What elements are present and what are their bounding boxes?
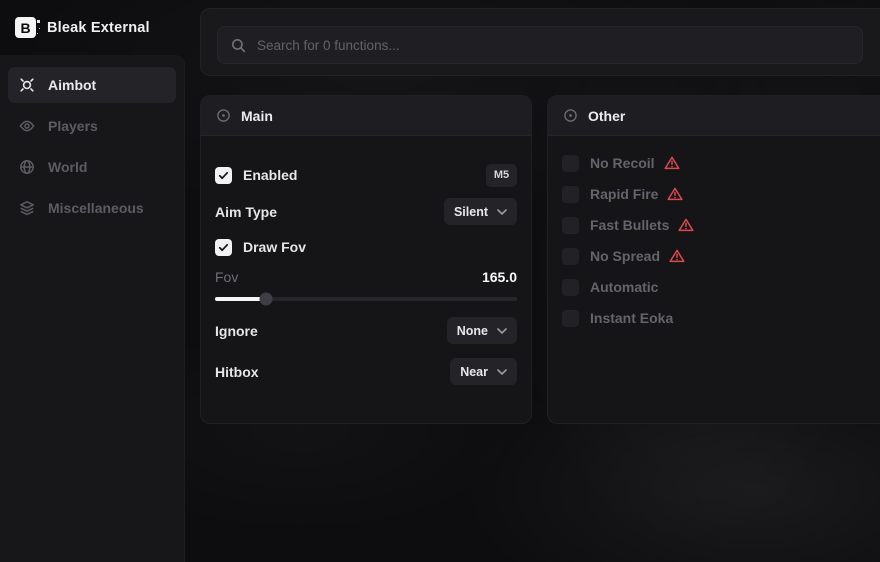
automatic-label: Automatic <box>590 279 658 295</box>
no-recoil-label: No Recoil <box>590 155 655 171</box>
sidebar-item-players[interactable]: Players <box>8 108 176 144</box>
sidebar-item-aimbot[interactable]: Aimbot <box>8 67 176 103</box>
rapid-fire-label: Rapid Fire <box>590 186 658 202</box>
search-input[interactable]: Search for 0 functions... <box>217 26 863 64</box>
sidebar-item-label: Miscellaneous <box>48 200 144 216</box>
warning-icon <box>664 156 680 170</box>
panel-main: Main Enabled M5 Aim Type Silent <box>200 95 532 424</box>
search-container: Search for 0 functions... <box>200 8 880 76</box>
panel-main-body: Enabled M5 Aim Type Silent Draw Fov F <box>201 136 531 385</box>
enabled-row: Enabled M5 <box>215 162 517 188</box>
sidebar-item-label: World <box>48 159 87 175</box>
app-title: Bleak External <box>47 20 150 36</box>
rapid-fire-checkbox[interactable] <box>562 186 579 203</box>
panel-other-body: No Recoil Rapid Fire Fast Bull <box>548 136 880 328</box>
fov-slider <box>215 292 517 306</box>
automatic-row: Automatic <box>562 277 878 297</box>
crosshair-icon <box>19 77 35 93</box>
fov-row: Fov 165.0 <box>215 267 517 287</box>
instant-eoka-label: Instant Eoka <box>590 310 673 326</box>
aim-type-row: Aim Type Silent <box>215 198 517 225</box>
no-spread-row: No Spread <box>562 246 878 266</box>
instant-eoka-row: Instant Eoka <box>562 308 878 328</box>
check-icon <box>218 170 229 181</box>
eye-icon <box>19 118 35 134</box>
search-icon <box>231 38 246 53</box>
target-icon <box>216 108 231 123</box>
hitbox-value: Near <box>460 365 488 379</box>
sidebar: Aimbot Players World Miscellaneous <box>0 55 185 562</box>
ignore-row: Ignore None <box>215 317 517 344</box>
hitbox-row: Hitbox Near <box>215 358 517 385</box>
warning-icon <box>678 218 694 232</box>
hitbox-dropdown[interactable]: Near <box>450 358 517 385</box>
bleak-external-window: B Bleak External Aimbot Players World <box>0 0 880 562</box>
sidebar-item-world[interactable]: World <box>8 149 176 185</box>
fov-slider-fill <box>215 297 266 301</box>
warning-icon <box>669 249 685 263</box>
aim-type-value: Silent <box>454 205 488 219</box>
sidebar-item-label: Aimbot <box>48 77 96 93</box>
fast-bullets-row: Fast Bullets <box>562 215 878 235</box>
sidebar-item-miscellaneous[interactable]: Miscellaneous <box>8 190 176 226</box>
search-placeholder: Search for 0 functions... <box>257 38 400 53</box>
panel-main-header: Main <box>201 96 531 136</box>
no-recoil-checkbox[interactable] <box>562 155 579 172</box>
chevron-down-icon <box>497 328 507 334</box>
layers-icon <box>19 200 35 216</box>
no-spread-checkbox[interactable] <box>562 248 579 265</box>
sidebar-item-label: Players <box>48 118 98 134</box>
sidebar-header: B Bleak External <box>0 0 185 55</box>
no-recoil-row: No Recoil <box>562 153 878 173</box>
panel-other-header: Other <box>548 96 880 136</box>
automatic-checkbox[interactable] <box>562 279 579 296</box>
fov-label: Fov <box>215 269 238 285</box>
check-icon <box>218 242 229 253</box>
enabled-label: Enabled <box>243 167 297 183</box>
aim-type-dropdown[interactable]: Silent <box>444 198 517 225</box>
warning-icon <box>667 187 683 201</box>
draw-fov-row: Draw Fov <box>215 234 517 260</box>
instant-eoka-checkbox[interactable] <box>562 310 579 327</box>
rapid-fire-row: Rapid Fire <box>562 184 878 204</box>
ignore-dropdown[interactable]: None <box>447 317 517 344</box>
fast-bullets-checkbox[interactable] <box>562 217 579 234</box>
target-icon <box>563 108 578 123</box>
draw-fov-label: Draw Fov <box>243 239 306 255</box>
no-spread-label: No Spread <box>590 248 660 264</box>
globe-icon <box>19 159 35 175</box>
chevron-down-icon <box>497 369 507 375</box>
hitbox-label: Hitbox <box>215 364 259 380</box>
draw-fov-checkbox[interactable] <box>215 239 232 256</box>
aim-type-label: Aim Type <box>215 204 277 220</box>
panel-other: Other No Recoil Rapid Fire <box>547 95 880 424</box>
app-logo-icon: B <box>15 17 36 38</box>
enabled-keybind-button[interactable]: M5 <box>486 164 517 187</box>
fov-value: 165.0 <box>482 269 517 285</box>
fov-slider-thumb[interactable] <box>260 293 273 306</box>
ignore-label: Ignore <box>215 323 258 339</box>
chevron-down-icon <box>497 209 507 215</box>
enabled-checkbox[interactable] <box>215 167 232 184</box>
ignore-value: None <box>457 324 488 338</box>
fast-bullets-label: Fast Bullets <box>590 217 669 233</box>
panel-title: Other <box>588 108 625 124</box>
panel-title: Main <box>241 108 273 124</box>
